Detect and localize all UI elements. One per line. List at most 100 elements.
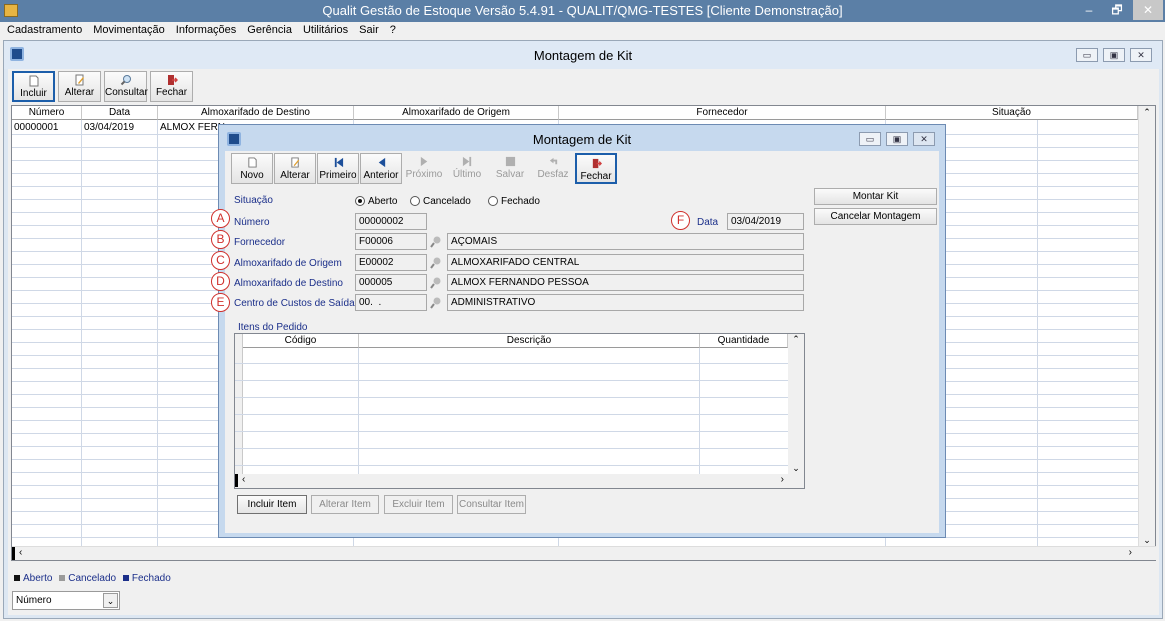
fechar-button[interactable]: Fechar <box>150 71 193 102</box>
column-header-descricao[interactable]: Descrição <box>359 334 700 348</box>
dialog-minimize-button[interactable]: ▭ <box>859 132 881 146</box>
radio-fechado-label[interactable]: Fechado <box>501 196 540 207</box>
scroll-left-icon[interactable]: ‹ <box>19 547 22 558</box>
itens-horizontal-scrollbar[interactable]: ‹ › <box>235 474 804 488</box>
excluir-item-button[interactable]: Excluir Item <box>384 495 453 514</box>
consultar-button[interactable]: Consultar <box>104 71 148 102</box>
table-row-numero[interactable]: 00000001 <box>14 121 59 134</box>
scroll-down-icon[interactable]: ⌄ <box>1139 535 1155 546</box>
radio-cancelado[interactable] <box>410 196 420 206</box>
centro-custos-code-field[interactable]: 00. . <box>355 294 427 311</box>
salvar-button[interactable]: Salvar <box>489 153 531 184</box>
novo-button[interactable]: Novo <box>231 153 273 184</box>
exit-door-icon <box>167 75 178 85</box>
anterior-button[interactable]: Anterior <box>360 153 402 184</box>
scroll-up-icon[interactable]: ⌃ <box>788 334 804 345</box>
undo-icon <box>549 157 557 165</box>
menu-help[interactable]: ? <box>390 22 396 36</box>
marker-d: D <box>211 272 230 291</box>
itens-buttons: Incluir Item Alterar Item Excluir Item C… <box>237 495 537 515</box>
column-header-numero[interactable]: Número <box>12 106 82 120</box>
dialog-close-button[interactable]: ✕ <box>913 132 935 146</box>
alm-destino-name-field[interactable]: ALMOX FERNANDO PESSOA <box>447 274 804 291</box>
itens-vertical-scrollbar[interactable]: ⌃ ⌄ <box>788 334 804 474</box>
edit-icon <box>75 74 84 86</box>
menu-gerencia[interactable]: Gerência <box>247 22 292 36</box>
lookup-icon[interactable] <box>430 276 442 289</box>
itens-label: Itens do Pedido <box>238 322 308 333</box>
list-minimize-button[interactable]: ▭ <box>1076 48 1098 62</box>
column-header-alm-destino[interactable]: Almoxarifado de Destino <box>158 106 354 120</box>
lookup-icon[interactable] <box>430 256 442 269</box>
fornecedor-name-field[interactable]: AÇOMAIS <box>447 233 804 250</box>
incluir-button[interactable]: Incluir <box>12 71 55 102</box>
radio-aberto[interactable] <box>355 196 365 206</box>
table-row-alm-destino[interactable]: ALMOX FERN <box>160 121 225 134</box>
lookup-icon[interactable] <box>430 296 442 309</box>
next-record-icon <box>420 156 427 167</box>
restore-button[interactable]: 🗗 <box>1103 0 1131 20</box>
menu-movimentacao[interactable]: Movimentação <box>93 22 165 36</box>
radio-cancelado-label[interactable]: Cancelado <box>423 196 471 207</box>
incluir-item-button[interactable]: Incluir Item <box>237 495 307 514</box>
list-close-button[interactable]: ✕ <box>1130 48 1152 62</box>
scroll-right-icon[interactable]: › <box>1129 547 1132 558</box>
menu-utilitarios[interactable]: Utilitários <box>303 22 348 36</box>
column-header-codigo[interactable]: Código <box>243 334 359 348</box>
chevron-down-icon[interactable]: ⌄ <box>103 593 118 608</box>
dialog-restore-button[interactable]: ▣ <box>886 132 908 146</box>
desfaz-button[interactable]: Desfaz <box>532 153 574 184</box>
scroll-down-icon[interactable]: ⌄ <box>788 463 804 474</box>
app-title: Qualit Gestão de Estoque Versão 5.4.91 -… <box>322 3 843 18</box>
lookup-icon[interactable] <box>430 235 442 248</box>
column-header-situacao[interactable]: Situação <box>886 106 1138 120</box>
column-header-alm-origem[interactable]: Almoxarifado de Origem <box>354 106 559 120</box>
close-button[interactable]: ✕ <box>1133 0 1163 20</box>
montar-kit-button[interactable]: Montar Kit <box>814 188 937 205</box>
alterar-button[interactable]: Alterar <box>58 71 101 102</box>
radio-aberto-label[interactable]: Aberto <box>368 196 397 207</box>
menu-informacoes[interactable]: Informações <box>176 22 237 36</box>
exit-door-icon <box>592 158 602 169</box>
fornecedor-code-field[interactable]: F00006 <box>355 233 427 250</box>
menu-cadastramento[interactable]: Cadastramento <box>7 22 82 36</box>
list-horizontal-scrollbar[interactable]: ‹ › <box>12 546 1156 560</box>
scroll-left-icon[interactable]: ‹ <box>242 474 245 485</box>
fechar-button[interactable]: Fechar <box>575 153 617 184</box>
centro-custos-name-field[interactable]: ADMINISTRATIVO <box>447 294 804 311</box>
cancelar-montagem-button[interactable]: Cancelar Montagem <box>814 208 937 225</box>
alm-origem-code-field[interactable]: E00002 <box>355 254 427 271</box>
consultar-item-button[interactable]: Consultar Item <box>457 495 526 514</box>
primeiro-button[interactable]: Primeiro <box>317 153 359 184</box>
alterar-button[interactable]: Alterar <box>274 153 316 184</box>
column-header-fornecedor[interactable]: Fornecedor <box>559 106 886 120</box>
alm-destino-label: Almoxarifado de Destino <box>234 278 343 289</box>
menu-bar: Cadastramento Movimentação Informações Gerê… <box>0 22 1165 40</box>
alterar-item-button[interactable]: Alterar Item <box>311 495 379 514</box>
scroll-right-icon[interactable]: › <box>781 474 784 485</box>
radio-fechado[interactable] <box>488 196 498 206</box>
scroll-up-icon[interactable]: ⌃ <box>1139 107 1155 118</box>
legend-aberto: Aberto <box>23 573 53 584</box>
proximo-button[interactable]: Próximo <box>403 153 445 184</box>
list-restore-button[interactable]: ▣ <box>1103 48 1125 62</box>
ultimo-button[interactable]: Último <box>446 153 488 184</box>
search-icon <box>120 75 131 86</box>
numero-field[interactable]: 00000002 <box>355 213 427 230</box>
previous-record-icon <box>378 157 385 168</box>
menu-sair[interactable]: Sair <box>359 22 379 36</box>
alm-origem-name-field[interactable]: ALMOXARIFADO CENTRAL <box>447 254 804 271</box>
column-header-data[interactable]: Data <box>82 106 158 120</box>
list-vertical-scrollbar[interactable]: ⌃ ⌄ <box>1138 106 1155 547</box>
marker-e: E <box>211 293 230 312</box>
alm-destino-code-field[interactable]: 000005 <box>355 274 427 291</box>
new-document-icon <box>247 157 257 168</box>
itens-table[interactable]: Código Descrição Quantidade ⌃ ⌄ ‹ › <box>234 333 805 489</box>
situacao-label: Situação <box>234 195 273 206</box>
minimize-button[interactable]: – <box>1075 0 1103 20</box>
order-by-select[interactable]: Número ⌄ <box>12 591 120 610</box>
column-header-quantidade[interactable]: Quantidade <box>700 334 788 348</box>
table-row-data[interactable]: 03/04/2019 <box>84 121 134 134</box>
data-field[interactable]: 03/04/2019 <box>727 213 804 230</box>
list-window-title-bar: Montagem de Kit ▭ ▣ ✕ <box>4 41 1162 69</box>
